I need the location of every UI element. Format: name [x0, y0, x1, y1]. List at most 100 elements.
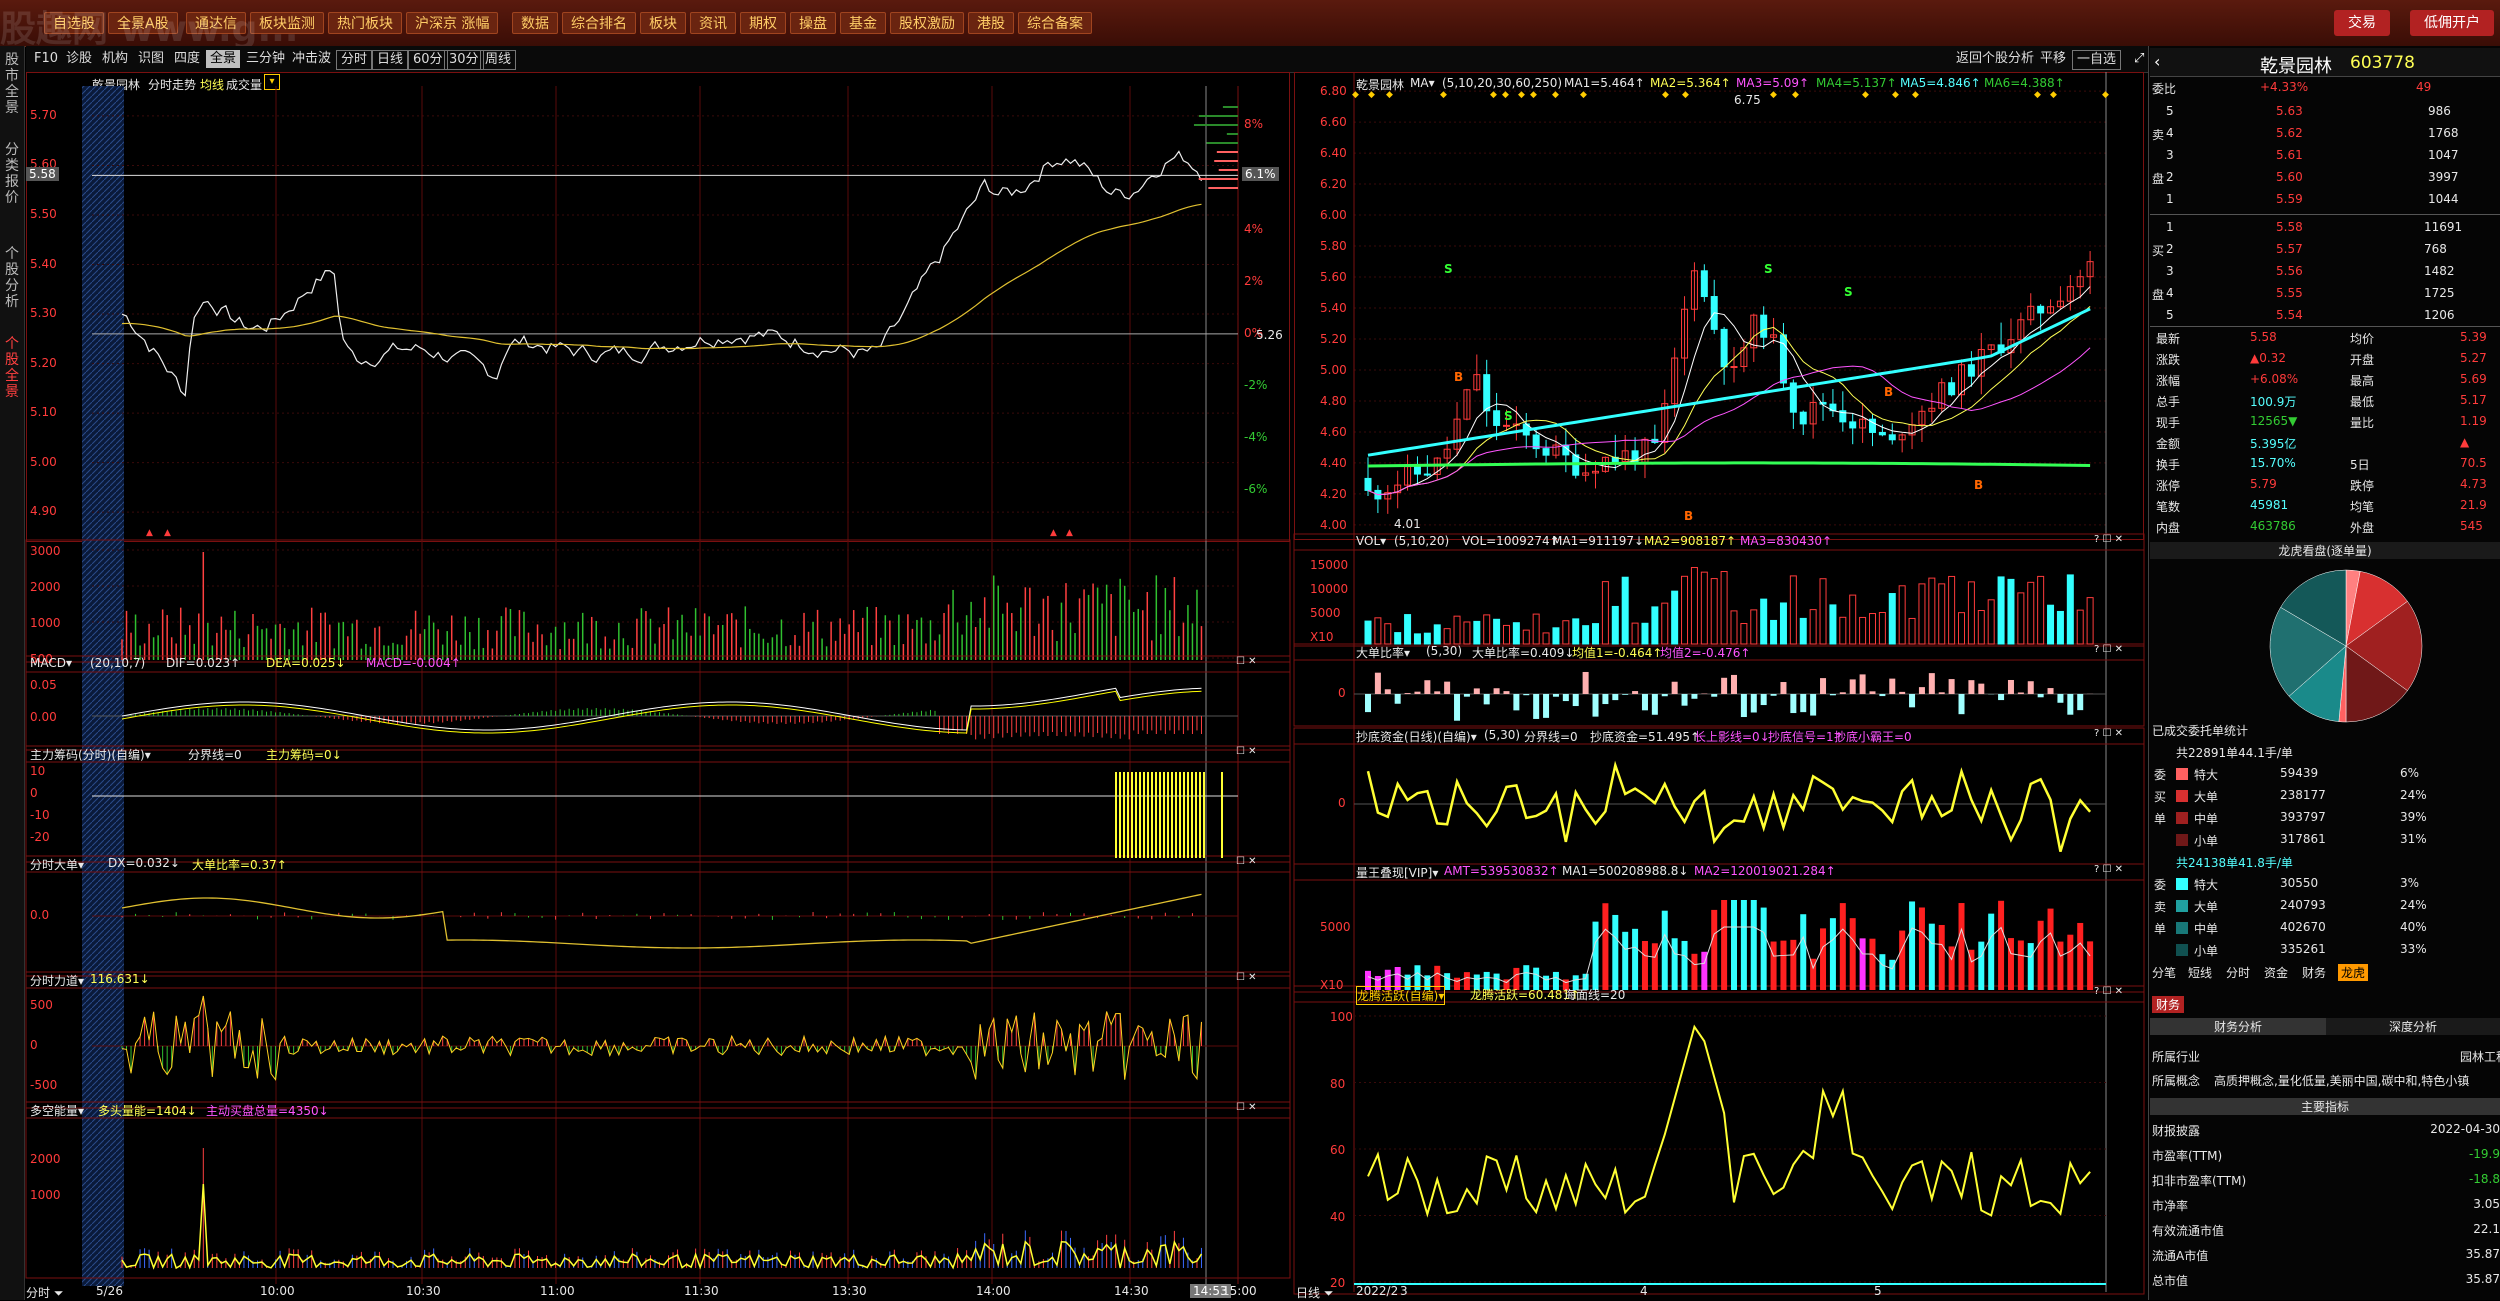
ddbl-bar: [2067, 694, 2073, 715]
tb-three-min[interactable]: 三分钟: [242, 50, 289, 68]
tb-chart-id[interactable]: 识图: [134, 50, 168, 68]
trade-button[interactable]: 交易: [2334, 10, 2390, 36]
side-tab-2[interactable]: 分时: [2226, 964, 2250, 981]
macd-dif: DIF=0.023↑: [166, 656, 240, 670]
date-tick-1: 3: [1400, 1284, 1408, 1298]
high-label: 6.75: [1734, 93, 1761, 107]
candle-body: [1968, 365, 1974, 376]
signal-marker-2: ▲: [1050, 528, 1057, 538]
fullscreen-icon[interactable]: ⤢: [2130, 50, 2148, 68]
lt-line: [1368, 1027, 2090, 1216]
nav-tab-analysis[interactable]: 个股分析: [2, 246, 22, 310]
quote-v1-4: 12565▼: [2250, 414, 2297, 428]
quote-v1-3: 100.9万: [2250, 393, 2296, 410]
dragon-pie-chart: [2266, 566, 2426, 726]
quote-k1-2: 涨幅: [2156, 372, 2180, 389]
sell-row-pct-1: 24%: [2400, 898, 2427, 912]
tb-daily[interactable]: 日线: [372, 50, 408, 70]
ddbl-bar: [1899, 692, 1905, 694]
buy-swatch-1: [2176, 790, 2188, 802]
fin-header-deep[interactable]: 深度分析: [2326, 1018, 2500, 1035]
daily-volume-bar: [1405, 615, 1411, 644]
top-button-15[interactable]: 综合备案: [1018, 12, 1092, 34]
tb-weekly[interactable]: 周线: [480, 50, 516, 70]
panel-controls-fl: ☐ ✕: [1236, 972, 1257, 983]
tb-diagnose[interactable]: 诊股: [62, 50, 96, 68]
pct-tick-3: 2%: [1244, 274, 1263, 288]
side-tab-5[interactable]: 龙虎: [2338, 964, 2368, 981]
tb-30min[interactable]: 30分: [444, 50, 484, 70]
cd-params: (5,30): [1484, 728, 1520, 742]
signal-marker-1: ▲: [164, 528, 171, 538]
tb-panorama[interactable]: 全景: [206, 50, 240, 68]
top-button-13[interactable]: 股权激励: [890, 12, 964, 34]
lw-bar: [1959, 903, 1965, 990]
ddbl-bar: [1820, 678, 1826, 694]
quote-v2-3: 5.17: [2460, 393, 2487, 407]
tb-impact[interactable]: 冲击波: [288, 50, 335, 68]
side-tab-0[interactable]: 分笔: [2152, 964, 2176, 981]
daily-price-tick-14: 4.00: [1320, 518, 1347, 532]
buy-row-name-3: 小单: [2194, 832, 2218, 849]
top-button-8[interactable]: 板块: [640, 12, 686, 34]
top-button-7[interactable]: 综合排名: [562, 12, 636, 34]
buy-row-val-1: 238177: [2280, 788, 2326, 802]
buy-side-2: 单: [2154, 810, 2166, 827]
sell-swatch-2: [2176, 922, 2188, 934]
quote-k2-7: 跌停: [2350, 477, 2374, 494]
back-arrow-icon[interactable]: ‹: [2154, 52, 2160, 71]
open-account-button[interactable]: 低佣开户: [2410, 10, 2494, 36]
back-to-analysis[interactable]: 返回个股分析: [1952, 50, 2038, 68]
side-tab-3[interactable]: 资金: [2264, 964, 2288, 981]
tb-f10[interactable]: F10: [30, 50, 62, 68]
top-button-12[interactable]: 基金: [840, 12, 886, 34]
daily-vol-tick-0: 15000: [1310, 558, 1348, 572]
top-button-14[interactable]: 港股: [968, 12, 1014, 34]
daily-price-tick-6: 5.60: [1320, 270, 1347, 284]
nav-tab-category[interactable]: 分类报价: [2, 142, 22, 206]
top-button-11[interactable]: 操盘: [790, 12, 836, 34]
daily-volume-bar: [2038, 576, 2044, 644]
quote-v2-8: 21.9: [2460, 498, 2487, 512]
top-button-4[interactable]: 热门板块: [328, 12, 402, 34]
fl-title: 分时力道▾: [30, 972, 84, 989]
watchlist-dropdown[interactable]: 一自选: [2072, 50, 2121, 70]
fin-header-analysis[interactable]: 财务分析: [2150, 1018, 2326, 1035]
cd-fund: 抄底资金=51.495↑: [1590, 728, 1700, 745]
tb-60min[interactable]: 60分: [408, 50, 448, 70]
lw-tick-1: X10: [1320, 978, 1344, 992]
tb-four-degree[interactable]: 四度: [170, 50, 204, 68]
daily-price-tick-3: 6.20: [1320, 177, 1347, 191]
tb-intraday[interactable]: 分时: [336, 50, 372, 70]
fin-row-val-5: 35.87: [2428, 1247, 2500, 1261]
lw-bar: [1652, 943, 1658, 990]
side-tab-1[interactable]: 短线: [2188, 964, 2212, 981]
pan-button[interactable]: 平移: [2036, 50, 2070, 68]
daily-volume-bar: [1523, 630, 1529, 644]
nav-tab-panorama[interactable]: 个股全景: [2, 336, 22, 400]
ddbl-bar: [1543, 694, 1549, 718]
daily-volume-bar: [1761, 599, 1767, 644]
side-tab-4[interactable]: 财务: [2302, 964, 2326, 981]
daily-volume-bar: [1573, 619, 1579, 644]
depth-bar: [1223, 106, 1238, 108]
top-button-9[interactable]: 资讯: [690, 12, 736, 34]
lw-bar: [1879, 954, 1885, 990]
bid-vol-0: 11691: [2424, 220, 2462, 234]
nav-tab-market[interactable]: 股市全景: [2, 52, 22, 116]
daily-price-tick-0: 6.80: [1320, 84, 1347, 98]
daily-volume-bar: [1879, 612, 1885, 644]
candle-body: [1949, 383, 1955, 395]
top-button-5[interactable]: 沪深京 涨幅: [406, 12, 498, 34]
tb-institution[interactable]: 机构: [98, 50, 132, 68]
top-diamond-14: ◆: [1862, 90, 1869, 100]
top-button-10[interactable]: 期权: [740, 12, 786, 34]
daily-volume-bar: [1652, 607, 1658, 644]
lw-bar: [1830, 918, 1836, 990]
lw-bar: [1978, 942, 1984, 990]
zl-title: 主力筹码(分时)(自编)▾: [30, 746, 151, 763]
ddbl-bar: [1711, 694, 1717, 697]
top-button-6[interactable]: 数据: [512, 12, 558, 34]
fin-tab[interactable]: 财务: [2152, 996, 2184, 1013]
daily-period-toggle: 日线 ⏷: [1296, 1284, 1333, 1301]
